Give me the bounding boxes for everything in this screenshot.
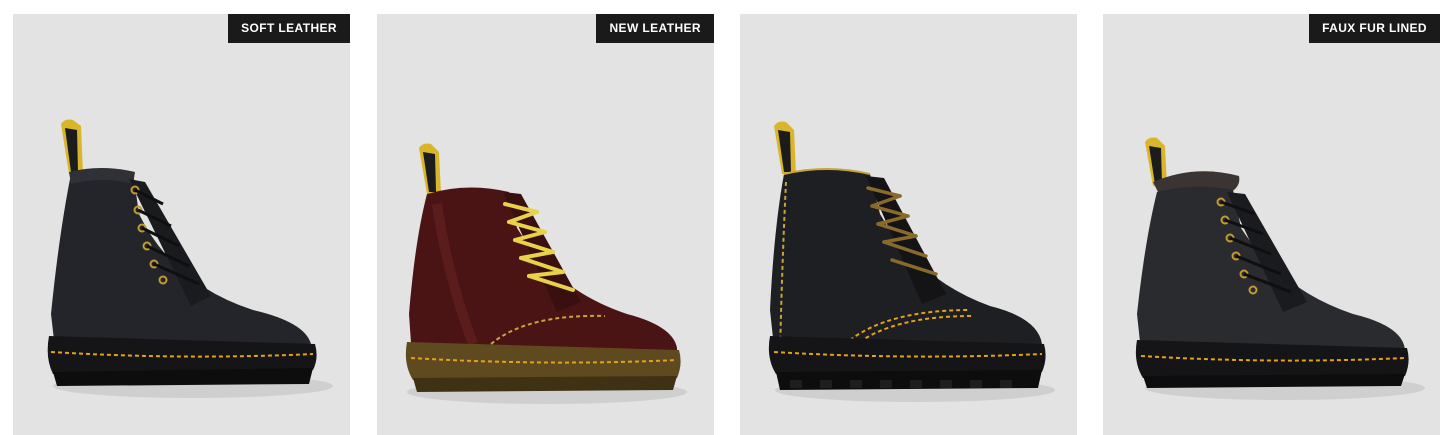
product-card[interactable] (740, 14, 1077, 435)
product-badge: SOFT LEATHER (228, 14, 350, 43)
boot-image[interactable] (13, 14, 350, 435)
product-card[interactable]: SOFT LEATHER (13, 14, 350, 435)
boot-image[interactable] (377, 14, 714, 435)
product-card[interactable]: NEW LEATHER (377, 14, 714, 435)
boot-image[interactable] (740, 14, 1077, 435)
product-badge: NEW LEATHER (596, 14, 714, 43)
boot-image[interactable] (1103, 14, 1440, 435)
product-grid: SOFT LEATHER NEW LEATHER FAUX FUR LINED (0, 0, 1440, 435)
product-card[interactable]: FAUX FUR LINED (1103, 14, 1440, 435)
product-badge: FAUX FUR LINED (1309, 14, 1440, 43)
